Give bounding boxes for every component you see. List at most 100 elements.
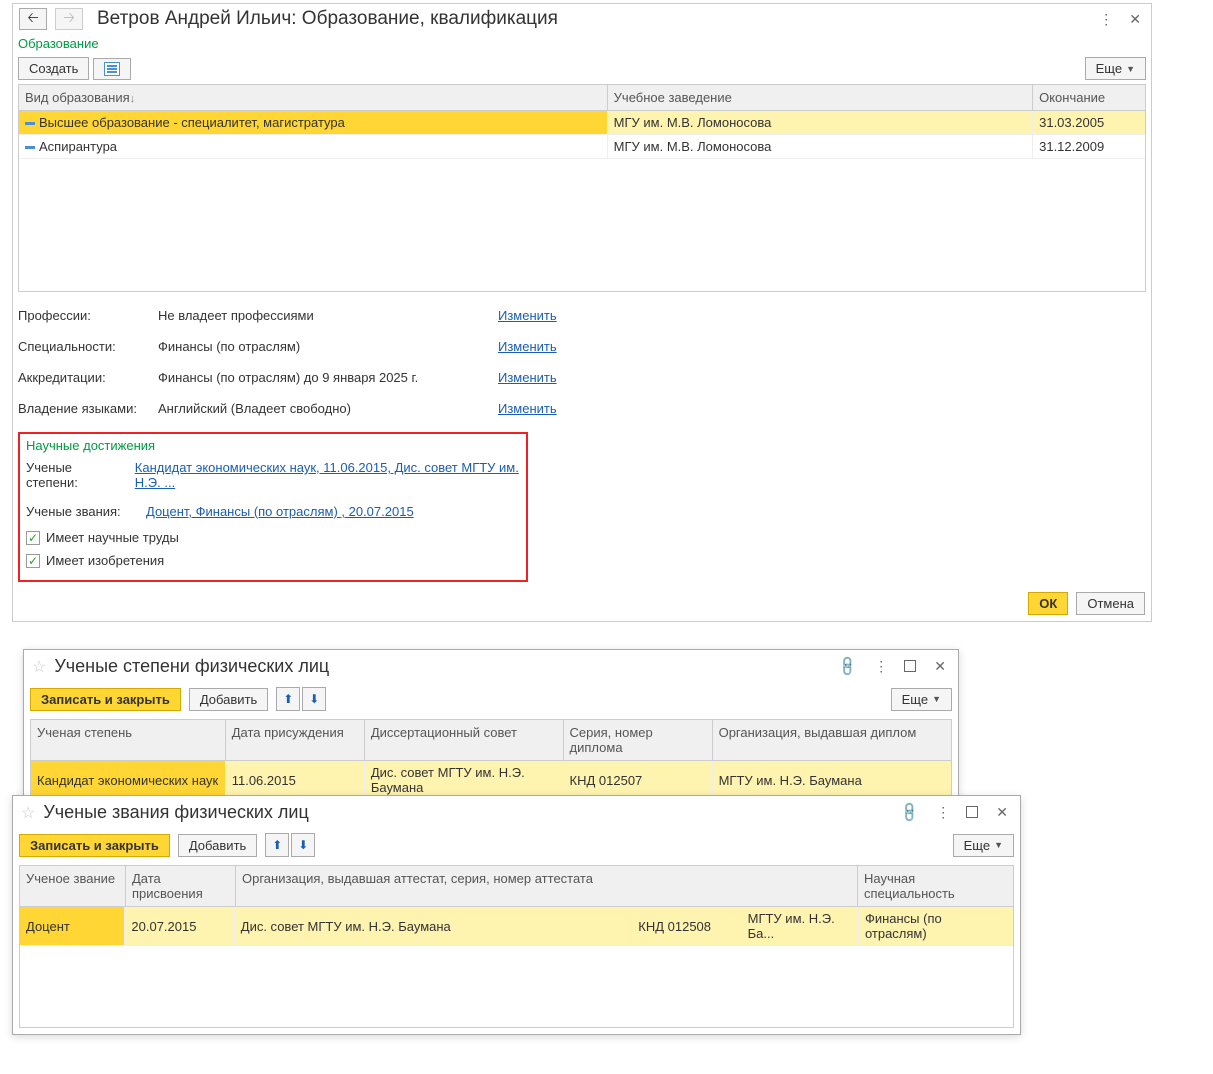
cell: 11.06.2015 bbox=[226, 761, 365, 799]
col-institution[interactable]: Учебное заведение bbox=[608, 85, 1033, 110]
degrees-grid: Ученая степень Дата присуждения Диссерта… bbox=[30, 719, 952, 801]
cell-type: Высшее образование - специалитет, магист… bbox=[39, 115, 345, 130]
add-button[interactable]: Добавить bbox=[178, 834, 257, 857]
achievements-box: Научные достижения Ученые степени: Канди… bbox=[18, 432, 528, 582]
menu-icon[interactable]: ⋮ bbox=[870, 656, 890, 677]
col-assign-date[interactable]: Дата присвоения bbox=[126, 866, 236, 906]
col-org-cert[interactable]: Организация, выдавшая аттестат, серия, н… bbox=[236, 866, 858, 906]
degrees-link[interactable]: Кандидат экономических наук, 11.06.2015,… bbox=[135, 460, 520, 490]
menu-icon[interactable]: ⋮ bbox=[1095, 9, 1115, 30]
col-degree[interactable]: Ученая степень bbox=[31, 720, 226, 760]
add-button[interactable]: Добавить bbox=[189, 688, 268, 711]
change-languages-link[interactable]: Изменить bbox=[498, 401, 557, 416]
professions-value: Не владеет профессиями bbox=[158, 308, 498, 323]
favorite-icon[interactable]: ☆ bbox=[21, 803, 35, 823]
professions-label: Профессии: bbox=[18, 308, 158, 323]
maximize-icon[interactable] bbox=[900, 657, 920, 677]
close-icon[interactable]: ✕ bbox=[992, 802, 1012, 823]
table-row[interactable]: ▬Аспирантура МГУ им. М.В. Ломоносова 31.… bbox=[19, 135, 1145, 159]
languages-label: Владение языками: bbox=[18, 401, 158, 416]
move-down-button[interactable]: ⬇ bbox=[291, 833, 315, 857]
link-icon[interactable]: 🔗 bbox=[893, 796, 926, 829]
has-inventions-label: Имеет изобретения bbox=[46, 553, 164, 568]
cell-inst: МГУ им. М.В. Ломоносова bbox=[608, 135, 1033, 158]
move-up-button[interactable]: ⬆ bbox=[276, 687, 300, 711]
change-specialties-link[interactable]: Изменить bbox=[498, 339, 557, 354]
move-down-button[interactable]: ⬇ bbox=[302, 687, 326, 711]
degrees-window-title: Ученые степени физических лиц bbox=[54, 656, 329, 677]
save-close-button[interactable]: Записать и закрыть bbox=[30, 688, 181, 711]
specialties-label: Специальности: bbox=[18, 339, 158, 354]
create-button[interactable]: Создать bbox=[18, 57, 89, 80]
col-org[interactable]: Организация, выдавшая диплом bbox=[713, 720, 951, 760]
ok-button[interactable]: ОК bbox=[1028, 592, 1068, 615]
cell: Дис. совет МГТУ им. Н.Э. Баумана bbox=[365, 761, 564, 799]
cell: 20.07.2015 bbox=[125, 907, 234, 945]
col-specialty[interactable]: Научная специальность bbox=[858, 866, 1013, 906]
education-grid: Вид образования↓ Учебное заведение Оконч… bbox=[18, 84, 1146, 292]
close-icon[interactable]: ✕ bbox=[930, 656, 950, 677]
grid-body: ▬ Высшее образование - специалитет, магис… bbox=[19, 111, 1145, 291]
cell: КНД 012507 bbox=[564, 761, 713, 799]
education-toolbar: Создать Еще ▼ bbox=[13, 53, 1151, 84]
education-window: 🡠 🡢 Ветров Андрей Ильич: Образование, кв… bbox=[12, 3, 1152, 622]
degrees-toolbar: Записать и закрыть Добавить ⬆ ⬇ Еще ▼ bbox=[24, 683, 958, 715]
more-button[interactable]: Еще ▼ bbox=[953, 834, 1014, 857]
specialties-value: Финансы (по отраслям) bbox=[158, 339, 498, 354]
col-graduation[interactable]: Окончание bbox=[1033, 85, 1145, 110]
nav-forward-button[interactable]: 🡢 bbox=[55, 8, 83, 30]
chevron-down-icon: ▼ bbox=[932, 694, 941, 704]
menu-icon[interactable]: ⋮ bbox=[932, 802, 952, 823]
row-marker-icon: ▬ bbox=[25, 141, 35, 152]
change-professions-link[interactable]: Изменить bbox=[498, 308, 557, 323]
list-view-button[interactable] bbox=[93, 58, 131, 80]
col-award-date[interactable]: Дата присуждения bbox=[226, 720, 365, 760]
achievements-title: Научные достижения bbox=[26, 438, 520, 453]
table-row[interactable]: Доцент 20.07.2015 Дис. совет МГТУ им. Н.… bbox=[20, 907, 1013, 946]
more-button[interactable]: Еще ▼ bbox=[1085, 57, 1146, 80]
footer-buttons: ОК Отмена bbox=[13, 586, 1151, 617]
change-accreditations-link[interactable]: Изменить bbox=[498, 370, 557, 385]
save-close-button[interactable]: Записать и закрыть bbox=[19, 834, 170, 857]
link-icon[interactable]: 🔗 bbox=[831, 650, 864, 683]
ranks-window: ☆ Ученые звания физических лиц 🔗 ⋮ ✕ Зап… bbox=[12, 795, 1021, 1035]
cell: МГТУ им. Н.Э. Ба... bbox=[742, 907, 859, 945]
chevron-down-icon: ▼ bbox=[1126, 64, 1135, 74]
section-education-label: Образование bbox=[13, 34, 1151, 53]
cell: Дис. совет МГТУ им. Н.Э. Баумана bbox=[235, 907, 632, 945]
move-up-button[interactable]: ⬆ bbox=[265, 833, 289, 857]
cell-inst: МГУ им. М.В. Ломоносова bbox=[608, 111, 1033, 134]
cell: Финансы (по отраслям) bbox=[859, 907, 1013, 945]
cell: МГТУ им. Н.Э. Баумана bbox=[713, 761, 951, 799]
more-button[interactable]: Еще ▼ bbox=[891, 688, 952, 711]
row-marker-icon: ▬ bbox=[25, 117, 35, 128]
has-works-checkbox[interactable]: ✓ bbox=[26, 531, 40, 545]
ranks-window-title: Ученые звания физических лиц bbox=[43, 802, 308, 823]
accreditations-label: Аккредитации: bbox=[18, 370, 158, 385]
degrees-window: ☆ Ученые степени физических лиц 🔗 ⋮ ✕ За… bbox=[23, 649, 959, 808]
col-council[interactable]: Диссертационный совет bbox=[365, 720, 564, 760]
grid-header: Вид образования↓ Учебное заведение Оконч… bbox=[19, 85, 1145, 111]
has-inventions-checkbox[interactable]: ✓ bbox=[26, 554, 40, 568]
col-education-type[interactable]: Вид образования↓ bbox=[19, 85, 608, 110]
maximize-icon[interactable] bbox=[962, 803, 982, 823]
table-row[interactable]: ▬ Высшее образование - специалитет, магис… bbox=[19, 111, 1145, 135]
close-icon[interactable]: ✕ bbox=[1125, 9, 1145, 30]
cell: КНД 012508 bbox=[632, 907, 741, 945]
favorite-icon[interactable]: ☆ bbox=[32, 657, 46, 677]
cell: Кандидат экономических наук bbox=[31, 761, 226, 799]
cell: Доцент bbox=[20, 907, 125, 945]
col-rank[interactable]: Ученое звание bbox=[20, 866, 126, 906]
info-block: Профессии: Не владеет профессиями Измени… bbox=[13, 292, 1151, 428]
ranks-label: Ученые звания: bbox=[26, 504, 138, 519]
degrees-label: Ученые степени: bbox=[26, 460, 127, 490]
col-diploma[interactable]: Серия, номер диплома bbox=[564, 720, 713, 760]
nav-back-button[interactable]: 🡠 bbox=[19, 8, 47, 30]
chevron-down-icon: ▼ bbox=[994, 840, 1003, 850]
titlebar: 🡠 🡢 Ветров Андрей Ильич: Образование, кв… bbox=[13, 4, 1151, 34]
cell-type: Аспирантура bbox=[39, 139, 117, 154]
sub-titlebar: ☆ Ученые звания физических лиц 🔗 ⋮ ✕ bbox=[13, 796, 1020, 829]
accreditations-value: Финансы (по отраслям) до 9 января 2025 г… bbox=[158, 370, 498, 385]
cancel-button[interactable]: Отмена bbox=[1076, 592, 1145, 615]
ranks-link[interactable]: Доцент, Финансы (по отраслям) , 20.07.20… bbox=[146, 504, 414, 519]
